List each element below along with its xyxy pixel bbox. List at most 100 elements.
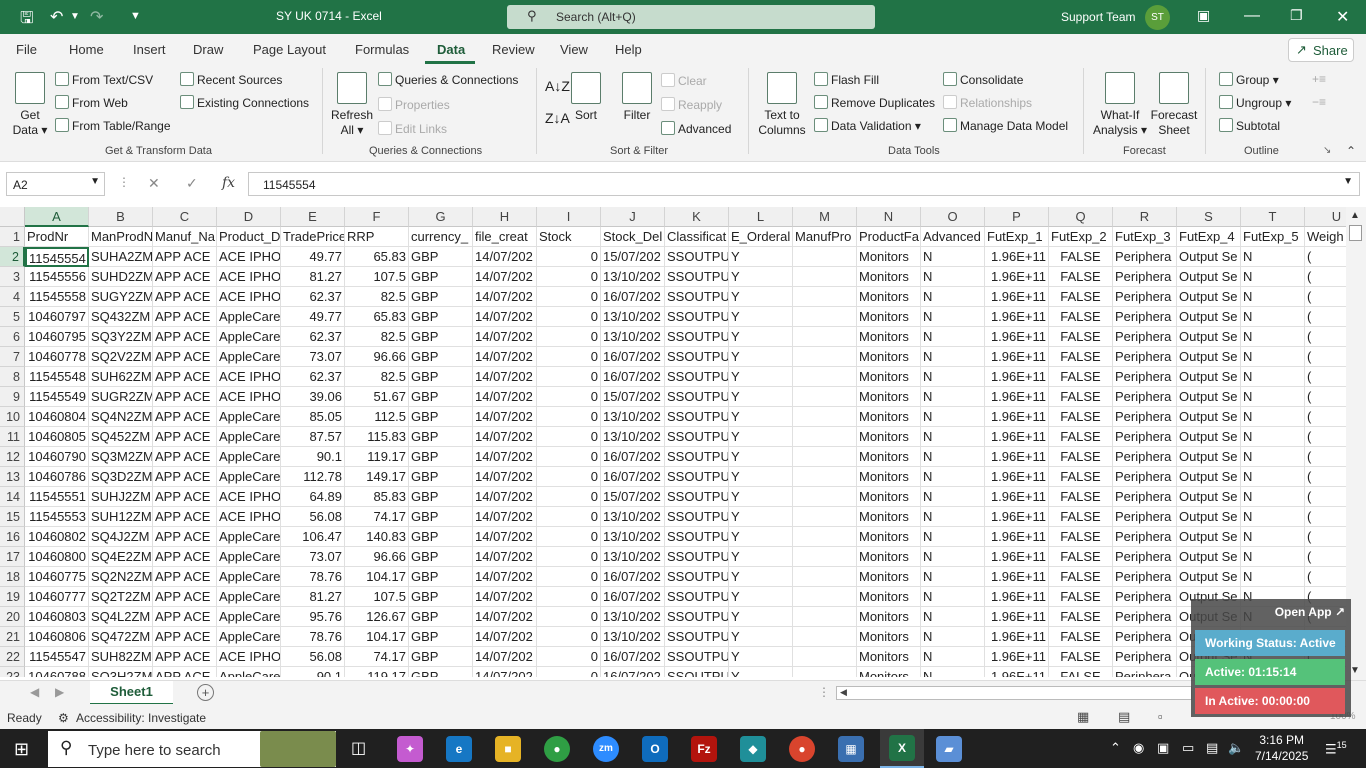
insert-function-icon[interactable]: fx — [222, 175, 235, 191]
table-cell[interactable]: 16/07/202 — [601, 467, 665, 487]
table-cell[interactable]: GBP — [409, 287, 473, 307]
volume-icon[interactable]: 🔈 — [1228, 740, 1244, 756]
table-cell[interactable]: ACE IPHO — [217, 247, 281, 267]
table-cell[interactable]: Output Se — [1177, 547, 1241, 567]
copilot-icon[interactable]: ✦ — [397, 736, 423, 762]
table-cell[interactable]: GBP — [409, 347, 473, 367]
header-cell-p[interactable]: FutExp_1 — [985, 227, 1049, 247]
table-cell[interactable]: SQ4J2ZM — [89, 527, 153, 547]
table-cell[interactable]: GBP — [409, 247, 473, 267]
table-cell[interactable]: N — [921, 527, 985, 547]
table-cell[interactable]: 62.37 — [281, 287, 345, 307]
table-cell[interactable]: SSOUTPU — [665, 627, 729, 647]
table-cell[interactable]: 10460795 — [25, 327, 89, 347]
table-cell[interactable]: FALSE — [1049, 567, 1113, 587]
table-cell[interactable]: N — [921, 667, 985, 677]
table-cell[interactable]: Monitors — [857, 547, 921, 567]
table-cell[interactable]: 0 — [537, 627, 601, 647]
table-cell[interactable]: APP ACE — [153, 667, 217, 677]
tab-file[interactable]: File — [16, 42, 37, 57]
table-cell[interactable]: 0 — [537, 547, 601, 567]
table-cell[interactable]: 119.17 — [345, 667, 409, 677]
table-cell[interactable]: APP ACE — [153, 587, 217, 607]
show-hidden-icons-icon[interactable]: ⌃ — [1110, 740, 1121, 756]
table-cell[interactable]: N — [921, 567, 985, 587]
table-cell[interactable]: Monitors — [857, 487, 921, 507]
table-cell[interactable]: Y — [729, 267, 793, 287]
table-cell[interactable]: AppleCare — [217, 607, 281, 627]
table-cell[interactable]: 14/07/202 — [473, 307, 537, 327]
column-header-g[interactable]: G — [409, 207, 473, 227]
table-cell[interactable]: FALSE — [1049, 307, 1113, 327]
search-box[interactable]: ⚲ Search (Alt+Q) — [507, 5, 875, 29]
table-cell[interactable]: FALSE — [1049, 407, 1113, 427]
table-cell[interactable]: SQ472ZM — [89, 627, 153, 647]
table-cell[interactable]: 1.96E+11 — [985, 427, 1049, 447]
ribbon-display-icon[interactable]: ▣ — [1197, 7, 1210, 24]
table-cell[interactable]: Y — [729, 427, 793, 447]
enter-icon[interactable]: ✓ — [186, 175, 198, 192]
row-header[interactable]: 10 — [0, 407, 25, 427]
app-diamond-icon[interactable]: ◆ — [740, 736, 766, 762]
table-cell[interactable]: Monitors — [857, 447, 921, 467]
table-cell[interactable]: N — [1241, 327, 1305, 347]
column-header-n[interactable]: N — [857, 207, 921, 227]
table-cell[interactable]: SQ432ZM — [89, 307, 153, 327]
table-cell[interactable]: 1.96E+11 — [985, 527, 1049, 547]
table-cell[interactable]: 1.96E+11 — [985, 367, 1049, 387]
table-cell[interactable]: SSOUTPU — [665, 667, 729, 677]
table-cell[interactable]: Output Se — [1177, 287, 1241, 307]
table-cell[interactable]: N — [1241, 387, 1305, 407]
table-cell[interactable]: ACE IPHO — [217, 267, 281, 287]
table-cell[interactable]: APP ACE — [153, 367, 217, 387]
table-cell[interactable]: 0 — [537, 667, 601, 677]
table-cell[interactable]: GBP — [409, 487, 473, 507]
table-cell[interactable]: AppleCare — [217, 527, 281, 547]
table-cell[interactable]: Periphera — [1113, 467, 1177, 487]
column-header-u[interactable]: U — [1305, 207, 1346, 227]
table-cell[interactable]: SUHA2ZM — [89, 247, 153, 267]
table-cell[interactable]: 14/07/202 — [473, 507, 537, 527]
table-cell[interactable]: ( — [1305, 387, 1346, 407]
table-cell[interactable]: 11545558 — [25, 287, 89, 307]
table-cell[interactable]: Monitors — [857, 647, 921, 667]
table-cell[interactable]: SSOUTPU — [665, 507, 729, 527]
table-cell[interactable]: Periphera — [1113, 607, 1177, 627]
column-header-p[interactable]: P — [985, 207, 1049, 227]
table-cell[interactable]: SSOUTPU — [665, 547, 729, 567]
table-cell[interactable]: N — [921, 327, 985, 347]
table-cell[interactable]: 0 — [537, 267, 601, 287]
table-cell[interactable]: GBP — [409, 647, 473, 667]
table-cell[interactable]: SSOUTPU — [665, 527, 729, 547]
header-cell-i[interactable]: Stock — [537, 227, 601, 247]
display-icon[interactable]: ▣ — [1157, 740, 1169, 756]
row-header[interactable]: 6 — [0, 327, 25, 347]
header-cell-j[interactable]: Stock_Del — [601, 227, 665, 247]
table-cell[interactable]: ( — [1305, 367, 1346, 387]
formula-input[interactable]: 11545554 ▼ — [248, 172, 1360, 196]
table-cell[interactable]: ( — [1305, 487, 1346, 507]
row-header[interactable]: 16 — [0, 527, 25, 547]
table-cell[interactable]: ( — [1305, 547, 1346, 567]
table-cell[interactable]: Y — [729, 247, 793, 267]
system-clock[interactable]: 3:16 PM 7/14/2025 — [1255, 732, 1308, 764]
table-cell[interactable]: Monitors — [857, 427, 921, 447]
table-cell[interactable]: SUHJ2ZM — [89, 487, 153, 507]
header-cell-b[interactable]: ManProdN — [89, 227, 153, 247]
table-cell[interactable]: GBP — [409, 507, 473, 527]
table-cell[interactable]: 16/07/202 — [601, 567, 665, 587]
table-cell[interactable]: 112.78 — [281, 467, 345, 487]
file-explorer-icon[interactable]: ■ — [495, 736, 521, 762]
table-cell[interactable]: Periphera — [1113, 447, 1177, 467]
table-cell[interactable]: AppleCare — [217, 427, 281, 447]
table-cell[interactable]: APP ACE — [153, 627, 217, 647]
table-cell[interactable]: SUH62ZM — [89, 367, 153, 387]
table-cell[interactable]: GBP — [409, 407, 473, 427]
tab-page-layout[interactable]: Page Layout — [253, 42, 326, 57]
table-cell[interactable]: 14/07/202 — [473, 467, 537, 487]
header-cell-u[interactable]: Weigh — [1305, 227, 1346, 247]
column-header-h[interactable]: H — [473, 207, 537, 227]
table-cell[interactable]: 1.96E+11 — [985, 307, 1049, 327]
taskbar-search[interactable]: ⚲ Type here to search — [48, 731, 336, 767]
table-cell[interactable]: 10460788 — [25, 667, 89, 677]
